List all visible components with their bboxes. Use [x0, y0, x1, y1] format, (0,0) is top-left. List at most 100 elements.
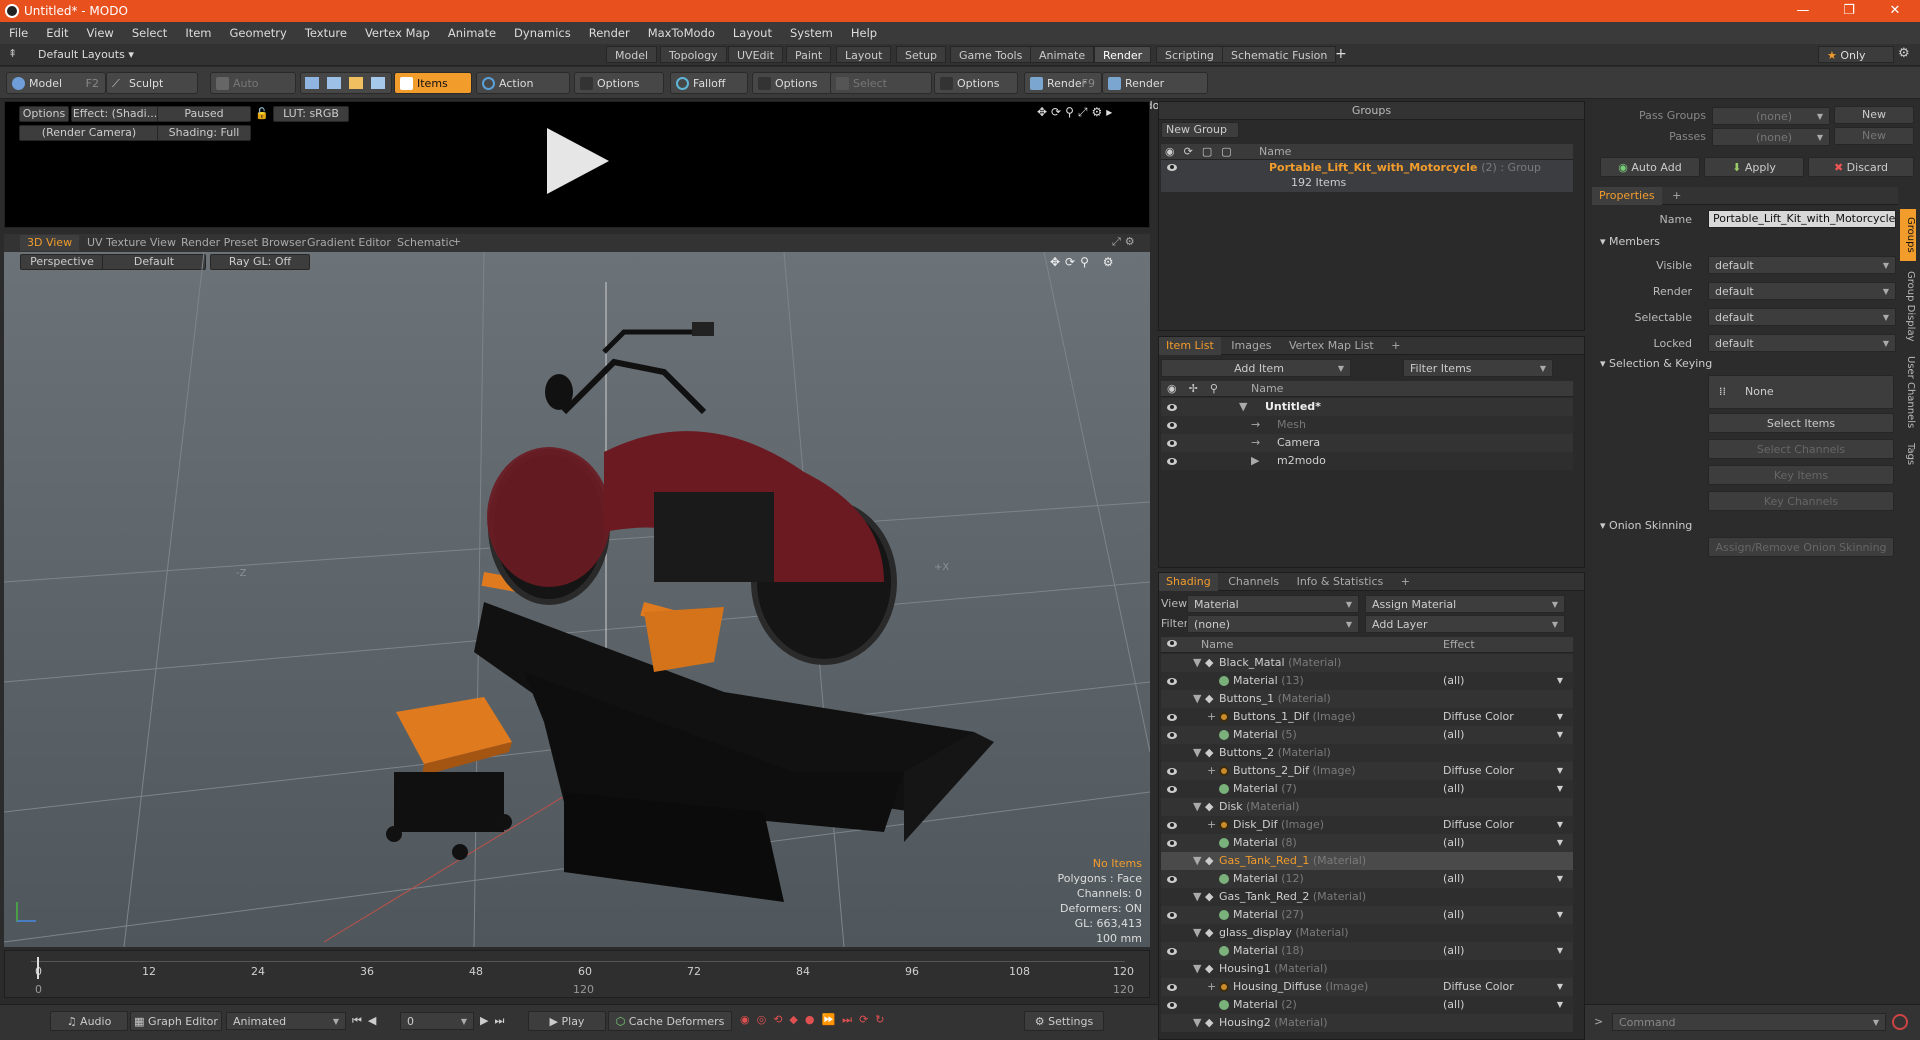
visibility-eye-icon[interactable]	[1167, 732, 1177, 739]
gear-icon[interactable]: ⚙	[1898, 46, 1910, 61]
expand-arrow-icon[interactable]: ▼	[1193, 690, 1201, 708]
expand-arrow-icon[interactable]: +	[1207, 762, 1216, 780]
shader-row[interactable]: ▼ ◆ Buttons_1 (Material)	[1161, 690, 1573, 708]
shader-row[interactable]: ▼ ◆ Housing1 (Material)	[1161, 960, 1573, 978]
expand-arrow-icon[interactable]: ▼	[1193, 798, 1201, 816]
visibility-eye-icon[interactable]	[1167, 786, 1177, 793]
shader-row[interactable]: ▼ ◆ Gas_Tank_Red_1 (Material)	[1161, 852, 1573, 870]
stop-icon[interactable]	[1892, 1014, 1908, 1030]
command-input[interactable]: Command	[1612, 1013, 1886, 1032]
visibility-eye-icon[interactable]	[1167, 876, 1177, 883]
menu-maxtomodo[interactable]: MaxToModo	[639, 26, 724, 40]
group-row[interactable]: Portable_Lift_Kit_with_Motorcycle (2) : …	[1161, 160, 1573, 192]
tab-shading[interactable]: Shading	[1159, 573, 1218, 591]
visibility-eye-icon[interactable]	[1167, 1002, 1177, 1009]
select-items-button[interactable]: Select Items	[1708, 413, 1894, 433]
group-visibility-icon[interactable]	[1167, 162, 1177, 175]
shader-row[interactable]: Material (8) (all) ▼	[1161, 834, 1573, 852]
expand-arrow-icon[interactable]: ▼	[1193, 654, 1201, 672]
menu-item[interactable]: Item	[176, 26, 220, 40]
effect-dropdown[interactable]: (all) ▼	[1443, 942, 1565, 960]
visibility-eye-icon[interactable]	[1167, 912, 1177, 919]
materials-mode-icon[interactable]	[371, 77, 385, 89]
new-pass-button[interactable]: New	[1834, 127, 1914, 145]
shader-row[interactable]: + Buttons_1_Dif (Image) Diffuse Color ▼	[1161, 708, 1573, 726]
add-viewport-tab-icon[interactable]: +	[452, 235, 461, 248]
lock-icon[interactable]: 🔓	[255, 107, 269, 120]
3d-viewport[interactable]: Perspective Default Ray GL: Off ✥⟳⚲ ⚙ -Z…	[4, 252, 1150, 947]
tab-paint[interactable]: Paint	[786, 46, 832, 63]
select-options-button[interactable]: Options	[934, 72, 1018, 94]
tab-setup[interactable]: Setup	[896, 46, 947, 63]
select-channels-button[interactable]: Select Channels	[1708, 439, 1894, 459]
members-section[interactable]: ▾ Members	[1600, 235, 1660, 248]
locked-dropdown[interactable]: default	[1708, 334, 1896, 353]
view-dropdown[interactable]: Material	[1187, 595, 1359, 614]
side-tab-groups[interactable]: Groups	[1900, 209, 1916, 261]
model-mode-button[interactable]: Model F2	[6, 72, 106, 94]
selection-keying-section[interactable]: ▾ Selection & Keying	[1600, 357, 1712, 370]
effect-dropdown[interactable]: (all) ▼	[1443, 780, 1565, 798]
layout-arrow-icon[interactable]: ⇞	[8, 47, 17, 60]
visibility-eye-icon[interactable]	[1167, 440, 1177, 447]
default-layouts-dropdown[interactable]: Default Layouts ▾	[38, 48, 134, 61]
menu-help[interactable]: Help	[842, 26, 886, 40]
filter-dropdown[interactable]: (none)	[1187, 615, 1359, 634]
viewport-tab-icons[interactable]: ⤢⚙	[1112, 235, 1139, 249]
shading-dropdown[interactable]: Shading: Full	[157, 125, 251, 141]
key-channels-button[interactable]: Key Channels	[1708, 491, 1894, 511]
settings-button[interactable]: ⚙ Settings	[1024, 1011, 1104, 1031]
effect-dropdown[interactable]: Diffuse Color ▼	[1443, 762, 1565, 780]
side-tab-user-channels[interactable]: User Channels	[1900, 351, 1916, 433]
item-row-mesh[interactable]: → Mesh	[1161, 416, 1573, 434]
maximize-button[interactable]: ❐	[1826, 0, 1872, 22]
expand-arrow-icon[interactable]: ▶	[1251, 452, 1259, 470]
action-center-options-button[interactable]: Options	[574, 72, 664, 94]
visible-dropdown[interactable]: default	[1708, 256, 1896, 275]
key-tool-icons[interactable]: ◉◎⟲◆●⏩⏭⟳↻	[740, 1013, 892, 1027]
visibility-eye-icon[interactable]	[1167, 984, 1177, 991]
filter-items-input[interactable]: Filter Items	[1403, 359, 1553, 378]
onion-skinning-section[interactable]: ▾ Onion Skinning	[1600, 519, 1692, 532]
visibility-eye-icon[interactable]	[1167, 822, 1177, 829]
shader-row[interactable]: Material (18) (all) ▼	[1161, 942, 1573, 960]
tab-gradient-editor[interactable]: Gradient Editor	[300, 235, 398, 251]
none-button[interactable]: ⁞⁞ None	[1708, 375, 1894, 409]
render-dropdown[interactable]: default	[1708, 282, 1896, 301]
visibility-eye-icon[interactable]	[1167, 404, 1177, 411]
shader-row[interactable]: ▼ ◆ Disk (Material)	[1161, 798, 1573, 816]
expand-arrow-icon[interactable]: →	[1251, 416, 1260, 434]
visibility-eye-icon[interactable]	[1167, 422, 1177, 429]
render-button[interactable]: Render F9	[1024, 72, 1102, 94]
name-input[interactable]: Portable_Lift_Kit_with_Motorcycle (	[1708, 210, 1896, 228]
only-toggle[interactable]: ★ Only	[1818, 46, 1894, 63]
frame-input[interactable]: 0	[400, 1012, 474, 1031]
shader-row[interactable]: Material (5) (all) ▼	[1161, 726, 1573, 744]
audio-button[interactable]: ♫ Audio	[50, 1011, 128, 1031]
tab-properties[interactable]: Properties	[1592, 187, 1662, 205]
tab-uv-texture-view[interactable]: UV Texture View	[80, 235, 183, 251]
shader-row[interactable]: ▼ ◆ Gas_Tank_Red_2 (Material)	[1161, 888, 1573, 906]
shader-row[interactable]: Material (27) (all) ▼	[1161, 906, 1573, 924]
paused-button[interactable]: Paused	[157, 106, 251, 122]
assign-onion-button[interactable]: Assign/Remove Onion Skinning	[1708, 537, 1894, 557]
effect-dropdown[interactable]: (all) ▼	[1443, 834, 1565, 852]
polygons-mode-icon[interactable]	[349, 77, 363, 89]
add-tab-icon[interactable]: +	[1394, 573, 1417, 591]
preview-options-button[interactable]: Options	[19, 106, 69, 122]
play-button[interactable]: ▶ Play	[528, 1011, 606, 1031]
new-pass-group-button[interactable]: New	[1834, 106, 1914, 124]
render-camera-dropdown[interactable]: (Render Camera)	[19, 125, 159, 141]
shader-row[interactable]: + Disk_Dif (Image) Diffuse Color ▼	[1161, 816, 1573, 834]
shader-row[interactable]: Material (2) (all) ▼	[1161, 996, 1573, 1014]
side-tab-tags[interactable]: Tags	[1900, 437, 1916, 471]
visibility-eye-icon[interactable]	[1167, 714, 1177, 721]
tab-render-preset-browser[interactable]: Render Preset Browser	[174, 235, 313, 251]
minimize-button[interactable]: —	[1780, 0, 1826, 22]
vertices-mode-icon[interactable]	[305, 77, 319, 89]
item-row-m2modo[interactable]: ▶ m2modo	[1161, 452, 1573, 470]
apply-button[interactable]: ⬇ Apply	[1704, 157, 1804, 177]
menu-render[interactable]: Render	[580, 26, 639, 40]
pass-groups-dropdown[interactable]: (none)	[1712, 107, 1830, 126]
tab-info-statistics[interactable]: Info & Statistics	[1290, 573, 1391, 591]
